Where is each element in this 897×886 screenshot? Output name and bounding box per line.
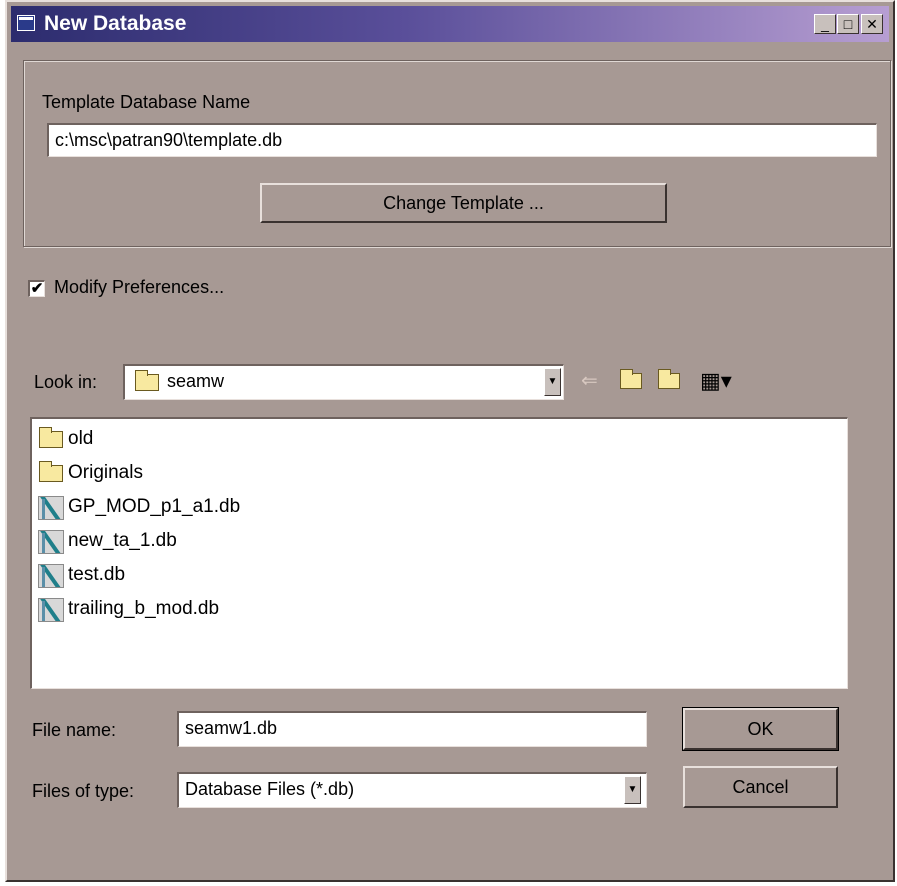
file-name: GP_MOD_p1_a1.db <box>68 496 241 517</box>
file-name-label: File name: <box>32 720 117 740</box>
change-template-button[interactable]: Change Template ... <box>260 183 667 223</box>
list-item[interactable]: old <box>37 423 93 455</box>
list-item[interactable]: test.db <box>37 559 125 591</box>
look-in-combobox[interactable]: seamw <box>123 364 564 400</box>
new-database-dialog: New Database _ □ ✕ Template Database Nam… <box>5 0 895 882</box>
close-button[interactable]: ✕ <box>861 14 883 34</box>
folder-icon <box>39 426 63 448</box>
folder-icon <box>135 370 159 391</box>
template-label: Template Database Name <box>42 92 251 112</box>
look-in-value: seamw <box>167 371 225 391</box>
ok-button[interactable]: OK <box>683 708 838 750</box>
look-in-dropdown-button[interactable]: ▼ <box>544 368 561 396</box>
database-file-icon <box>38 529 64 554</box>
look-in-label: Look in: <box>34 372 98 392</box>
view-menu-icon[interactable]: ▦▾ <box>700 368 732 394</box>
window-icon <box>17 15 35 31</box>
list-item[interactable]: new_ta_1.db <box>37 525 177 557</box>
file-name: test.db <box>68 564 126 585</box>
file-type-dropdown-button[interactable]: ▼ <box>624 776 641 804</box>
file-list[interactable]: old Originals GP_MOD_p1_a1.db new_ta_1.d… <box>30 417 848 689</box>
maximize-button[interactable]: □ <box>837 14 859 34</box>
cancel-button[interactable]: Cancel <box>683 766 838 808</box>
file-name: trailing_b_mod.db <box>68 598 220 619</box>
file-name-input[interactable]: seamw1.db <box>177 711 647 747</box>
list-item[interactable]: Originals <box>37 457 143 489</box>
file-name: old <box>68 428 94 449</box>
file-name: new_ta_1.db <box>68 530 177 551</box>
template-path-field[interactable]: c:\msc\patran90\template.db <box>47 123 877 157</box>
modify-preferences-checkbox[interactable]: ✔ <box>28 280 45 297</box>
database-file-icon <box>38 495 64 520</box>
database-file-icon <box>38 563 64 588</box>
file-type-select[interactable]: Database Files (*.db) <box>177 772 647 808</box>
file-type-label: Files of type: <box>32 781 135 801</box>
window-title: New Database <box>44 12 187 35</box>
list-item[interactable]: GP_MOD_p1_a1.db <box>37 491 240 523</box>
title-bar[interactable]: New Database _ □ ✕ <box>11 6 889 42</box>
minimize-button[interactable]: _ <box>814 14 836 34</box>
list-item[interactable]: trailing_b_mod.db <box>37 593 219 625</box>
folder-icon <box>39 460 63 482</box>
back-arrow-icon[interactable]: ⇐ <box>581 368 598 394</box>
modify-preferences-label[interactable]: Modify Preferences... <box>54 277 224 298</box>
database-file-icon <box>38 597 64 622</box>
file-name: Originals <box>68 462 143 483</box>
